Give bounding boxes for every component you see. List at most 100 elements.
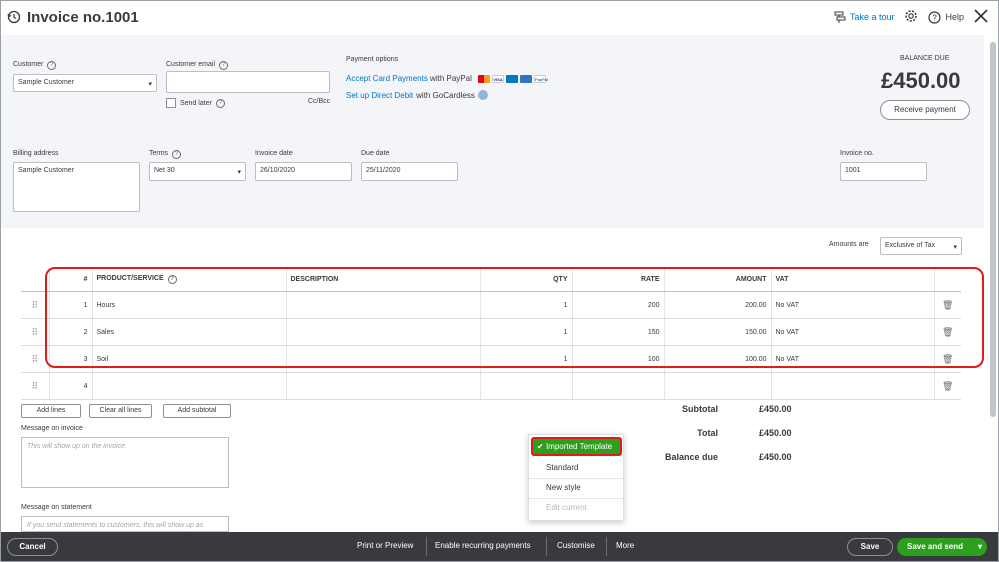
message-statement-field[interactable]: If you send statements to customers, thi… [21, 516, 229, 532]
vat-cell[interactable] [771, 372, 935, 400]
footer-divider [426, 537, 427, 556]
direct-debit-link[interactable]: Set up Direct Debit [346, 91, 413, 100]
terms-select[interactable]: Net 30 ▾ [149, 162, 246, 181]
save-and-send-button[interactable]: Save and send ▾ [897, 538, 987, 556]
invoice-date-label: Invoice date [255, 150, 293, 157]
row-number: 4 [49, 372, 93, 400]
customer-value: Sample Customer [18, 79, 75, 86]
footer-bar: Cancel Print or Preview Enable recurring… [1, 532, 998, 561]
customer-email-label: Customer email [166, 61, 216, 68]
cancel-button[interactable]: Cancel [7, 538, 58, 556]
trash-icon[interactable]: 🗑 [934, 372, 961, 400]
receive-payment-button[interactable]: Receive payment [880, 100, 970, 120]
save-and-send-label: Save and send [907, 542, 964, 551]
visa-icon: VISA [492, 74, 505, 83]
terms-label-wrap: Terms? [149, 150, 182, 159]
message-invoice-field[interactable]: This will show up on the invoice. [21, 437, 229, 488]
chevron-down-icon: ▾ [148, 81, 152, 88]
amounts-are-select[interactable]: Exclusive of Tax ▾ [880, 237, 962, 255]
product-cell[interactable] [92, 372, 287, 400]
balance-due-total-label: Balance due [664, 452, 718, 462]
menu-item-standard[interactable]: Standard [546, 463, 578, 472]
amounts-are-label: Amounts are [829, 241, 869, 248]
direct-debit-row: Set up Direct Debit with GoCardless [346, 90, 488, 100]
invoice-date-field[interactable]: 26/10/2020 [255, 162, 352, 181]
invoice-header-panel [1, 35, 984, 228]
accept-card-payments-link[interactable]: Accept Card Payments [346, 74, 428, 83]
terms-label: Terms [149, 150, 169, 157]
more-button[interactable]: More [616, 541, 634, 550]
scrollbar[interactable] [990, 42, 996, 417]
customer-label: Customer [13, 61, 44, 68]
chevron-down-icon: ▾ [237, 169, 241, 176]
message-statement-label: Message on statement [21, 504, 92, 511]
header: Invoice no.1001 Take a tour ? Help [1, 1, 998, 35]
question-icon[interactable]: ? [219, 61, 229, 70]
send-later-checkbox[interactable] [166, 98, 176, 108]
payment-options-label: Payment options [346, 56, 399, 63]
description-cell[interactable] [286, 372, 481, 400]
total-value: £450.00 [759, 428, 792, 438]
total-label: Total [697, 428, 718, 438]
question-icon[interactable]: ? [47, 61, 57, 70]
menu-item-edit-current: Edit current [546, 503, 587, 512]
menu-item-label: Imported Template [545, 442, 613, 451]
billing-address-field[interactable]: Sample Customer [13, 162, 140, 212]
balance-due-amount: £450.00 [881, 68, 961, 93]
question-icon[interactable]: ? [215, 98, 225, 108]
send-later-row: Send later ? [166, 98, 225, 108]
balance-due-total-value: £450.00 [759, 452, 792, 462]
invoice-no-field[interactable]: 1001 [840, 162, 927, 181]
highlight-annotation [45, 267, 984, 368]
menu-item-imported-template[interactable]: ✔ Imported Template [531, 437, 622, 456]
help-button[interactable]: ? Help [928, 10, 964, 24]
header-actions: Take a tour ? Help [834, 9, 988, 25]
checkmark-icon: ✔ [537, 442, 544, 451]
footer-divider [606, 537, 607, 556]
customise-button[interactable]: Customise [557, 541, 595, 550]
history-icon[interactable] [7, 10, 21, 26]
with-gocardless-text: with GoCardless [416, 90, 475, 100]
gear-icon[interactable] [904, 9, 918, 25]
customer-email-label-wrap: Customer email? [166, 61, 229, 70]
due-date-field[interactable]: 25/11/2020 [361, 162, 458, 181]
title-area: Invoice no.1001 [7, 9, 139, 26]
question-icon[interactable]: ? [172, 150, 182, 159]
close-icon[interactable] [974, 9, 988, 25]
drag-handle-icon[interactable]: ⠿ [21, 372, 50, 400]
footer-divider [546, 537, 547, 556]
rate-cell[interactable] [572, 372, 665, 400]
menu-divider [529, 478, 623, 479]
menu-item-new-style[interactable]: New style [546, 483, 581, 492]
amount-cell[interactable] [664, 372, 772, 400]
qty-cell[interactable] [480, 372, 573, 400]
add-subtotal-button[interactable]: Add subtotal [163, 404, 231, 418]
menu-divider [529, 498, 623, 499]
take-tour-link[interactable]: Take a tour [834, 11, 895, 23]
help-label: Help [945, 12, 964, 22]
table-row[interactable]: ⠿ 4 🗑 [21, 372, 961, 400]
customer-email-field[interactable] [166, 71, 330, 93]
print-preview-button[interactable]: Print or Preview [357, 541, 413, 550]
with-paypal-text: with PayPal [430, 74, 472, 83]
customer-label-wrap: Customer? [13, 61, 57, 70]
message-invoice-label: Message on invoice [21, 425, 83, 432]
accept-payments-row: Accept Card Payments with PayPal VISA Pa… [346, 74, 548, 83]
customer-select[interactable]: Sample Customer ▾ [13, 74, 157, 92]
chevron-down-icon[interactable]: ▾ [978, 539, 982, 555]
page-title: Invoice no.1001 [27, 9, 139, 26]
add-lines-button[interactable]: Add lines [21, 404, 81, 418]
invoice-no-label: Invoice no. [840, 150, 874, 157]
clear-all-lines-button[interactable]: Clear all lines [89, 404, 152, 418]
billing-address-label: Billing address [13, 150, 59, 157]
paypal-icon: PayPal [534, 74, 548, 83]
customise-menu: ✔ Imported Template Standard New style E… [528, 434, 624, 521]
save-button[interactable]: Save [847, 538, 893, 556]
cc-bcc-link[interactable]: Cc/Bcc [308, 98, 330, 105]
take-tour-label: Take a tour [849, 12, 895, 22]
gocardless-icon [477, 90, 488, 100]
signpost-icon [834, 11, 846, 23]
recurring-payments-button[interactable]: Enable recurring payments [435, 541, 531, 550]
help-icon: ? [928, 10, 942, 24]
due-date-label: Due date [361, 150, 390, 157]
